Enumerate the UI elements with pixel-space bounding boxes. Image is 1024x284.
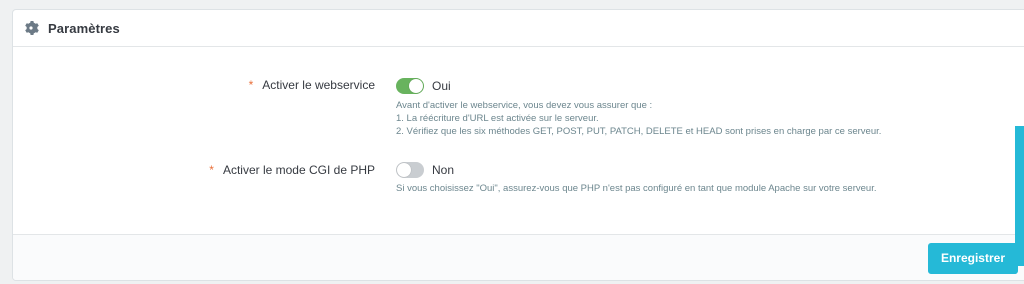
cgi-label: * Activer le mode CGI de PHP — [209, 163, 375, 177]
panel-footer: Enregistrer — [13, 234, 1024, 280]
panel-title: Paramètres — [48, 20, 120, 36]
toggle-knob — [397, 163, 411, 177]
settings-panel: Paramètres * Activer le webservice Oui Av… — [12, 9, 1024, 281]
webservice-label-text: Activer le webservice — [262, 78, 375, 92]
cgi-toggle[interactable] — [396, 162, 424, 178]
required-marker: * — [209, 163, 214, 177]
save-button[interactable]: Enregistrer — [927, 243, 1018, 274]
help-line: 1. La réécriture d'URL est activée sur l… — [396, 113, 599, 124]
cgi-state: Non — [432, 163, 455, 177]
help-line: Avant d'activer le webservice, vous deve… — [396, 100, 653, 111]
help-line: 2. Vérifiez que les six méthodes GET, PO… — [396, 126, 882, 137]
help-line: Si vous choisissez "Oui", assurez-vous q… — [396, 183, 877, 194]
panel-header: Paramètres — [13, 10, 1024, 47]
cgi-help: Si vous choisissez "Oui", assurez-vous q… — [396, 182, 876, 195]
required-marker: * — [248, 78, 254, 92]
gear-icon — [23, 20, 39, 36]
side-scroll-strip — [1015, 126, 1024, 266]
webservice-toggle[interactable] — [396, 78, 424, 94]
webservice-label: * Activer le webservice — [249, 78, 375, 92]
toggle-knob — [409, 79, 423, 93]
webservice-state: Oui — [432, 79, 451, 93]
webservice-help: Avant d'activer le webservice, vous deve… — [396, 99, 881, 138]
cgi-label-text: Activer le mode CGI de PHP — [222, 163, 375, 177]
